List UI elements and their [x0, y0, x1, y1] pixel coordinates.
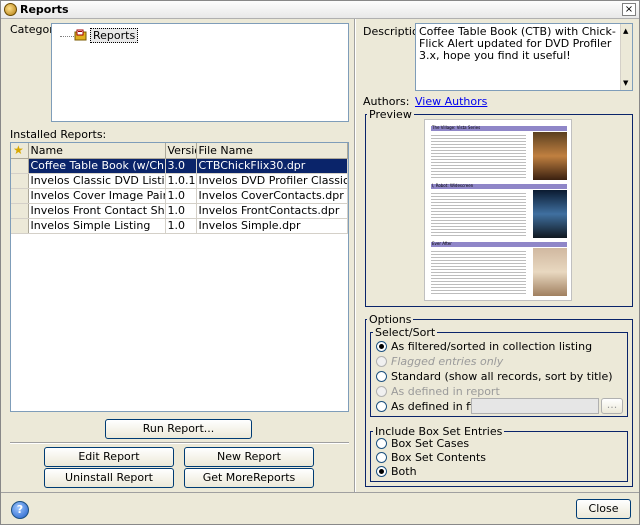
- report-version-cell: 1.0.1: [165, 173, 197, 189]
- preview-entry-text: [431, 191, 526, 237]
- sort-file-path-input[interactable]: [471, 398, 599, 414]
- description-scrollbar[interactable]: ▲ ▼: [620, 24, 632, 90]
- table-row[interactable]: Invelos Front Contact Sheet 1.0 Invelos …: [11, 203, 348, 219]
- row-indicator: [11, 203, 29, 219]
- button-separator: [10, 442, 349, 444]
- report-version-cell: 1.0: [165, 218, 197, 234]
- tree-connector: [60, 36, 74, 37]
- table-header-row: ★ Name Version File Name: [11, 143, 348, 159]
- preview-entry: I, Robot: Widescreen: [431, 183, 567, 239]
- scroll-up-icon[interactable]: ▲: [623, 25, 628, 37]
- help-icon[interactable]: ?: [11, 501, 29, 519]
- categories-tree[interactable]: Reports: [51, 23, 349, 122]
- report-version-cell: 1.0: [165, 188, 197, 204]
- select-sort-label: Select/Sort: [373, 326, 438, 339]
- radio-label: Both: [391, 465, 417, 478]
- table-row[interactable]: Invelos Classic DVD Listing 1.0.1 Invelo…: [11, 173, 348, 189]
- radio-button: [376, 356, 387, 367]
- run-report-button[interactable]: Run Report...: [105, 419, 252, 439]
- table-row[interactable]: Coffee Table Book (w/Chick-Flick Alert) …: [11, 158, 348, 174]
- reports-folder-icon: [74, 29, 87, 41]
- view-authors-link[interactable]: View Authors: [415, 95, 487, 108]
- radio-label: As defined in report: [391, 385, 500, 398]
- new-report-button[interactable]: New Report: [184, 447, 314, 467]
- row-indicator: [11, 218, 29, 234]
- version-column-header[interactable]: Version: [165, 143, 197, 159]
- radio-button[interactable]: [376, 466, 387, 477]
- report-name-cell: Invelos Cover Image Pairs: [28, 188, 166, 204]
- close-icon[interactable]: ×: [622, 3, 636, 16]
- poster-image: [533, 248, 567, 296]
- filename-column-header[interactable]: File Name: [196, 143, 348, 159]
- radio-label: Box Set Cases: [391, 437, 470, 450]
- authors-label: Authors:: [363, 95, 410, 108]
- radio-button[interactable]: [376, 452, 387, 463]
- installed-reports-grid[interactable]: ★ Name Version File Name Coffee Table Bo…: [10, 142, 349, 412]
- preview-entry-title: I, Robot: Widescreen: [432, 183, 474, 188]
- row-indicator: [11, 158, 29, 174]
- star-icon: ★: [13, 143, 24, 158]
- name-column-header[interactable]: Name: [28, 143, 166, 159]
- radio-label: Flagged entries only: [391, 355, 504, 368]
- report-name-cell: Invelos Front Contact Sheet: [28, 203, 166, 219]
- poster-image: [533, 190, 567, 238]
- description-text: Coffee Table Book (CTB) with Chick-Flick…: [419, 25, 616, 62]
- report-file-cell: Invelos FrontContacts.dpr: [196, 203, 348, 219]
- options-label: Options: [367, 313, 414, 326]
- table-row[interactable]: Invelos Simple Listing 1.0 Invelos Simpl…: [11, 218, 348, 234]
- close-button[interactable]: Close: [576, 499, 631, 519]
- installed-reports-label: Installed Reports:: [10, 128, 107, 141]
- table-row[interactable]: Invelos Cover Image Pairs 1.0 Invelos Co…: [11, 188, 348, 204]
- preview-entry: Ever After: [431, 241, 567, 297]
- uninstall-report-button[interactable]: Uninstall Report: [44, 468, 174, 488]
- row-indicator: [11, 173, 29, 189]
- report-preview-thumbnail: The Village: Vista Series I, Robot: Wide…: [424, 119, 572, 301]
- radio-label: As filtered/sorted in collection listing: [391, 340, 593, 353]
- window-title: Reports: [20, 3, 69, 16]
- radio-button[interactable]: [376, 438, 387, 449]
- preview-entry-title: Ever After: [432, 241, 452, 246]
- preview-entry: The Village: Vista Series: [431, 125, 567, 181]
- reports-table: ★ Name Version File Name Coffee Table Bo…: [11, 143, 348, 234]
- report-name-cell: Invelos Simple Listing: [28, 218, 166, 234]
- report-file-cell: Invelos DVD Profiler Classic.dpr: [196, 173, 348, 189]
- scroll-down-icon[interactable]: ▼: [623, 77, 628, 89]
- pane-divider[interactable]: [354, 19, 356, 492]
- preview-label: Preview: [367, 108, 414, 121]
- radio-button[interactable]: [376, 401, 387, 412]
- description-textbox[interactable]: Coffee Table Book (CTB) with Chick-Flick…: [415, 23, 633, 91]
- dialog-footer: ? Close: [1, 492, 639, 524]
- favorite-column-header[interactable]: ★: [11, 143, 29, 159]
- preview-entry-title: The Village: Vista Series: [432, 125, 481, 130]
- radio-label: Standard (show all records, sort by titl…: [391, 370, 613, 383]
- report-version-cell: 1.0: [165, 203, 197, 219]
- report-file-cell: CTBChickFlix30.dpr: [196, 158, 348, 174]
- radio-button[interactable]: [376, 341, 387, 352]
- get-more-reports-button[interactable]: Get MoreReports: [184, 468, 314, 488]
- report-name-cell: Coffee Table Book (w/Chick-Flick Alert): [28, 158, 166, 174]
- reports-window: Reports × Categories: Reports Installed …: [0, 0, 640, 525]
- preview-entry-text: [431, 133, 526, 179]
- poster-image: [533, 132, 567, 180]
- row-indicator: [11, 188, 29, 204]
- title-bar: Reports ×: [1, 1, 639, 19]
- report-file-cell: Invelos CoverContacts.dpr: [196, 188, 348, 204]
- preview-entry-text: [431, 249, 526, 295]
- edit-report-button[interactable]: Edit Report: [44, 447, 174, 467]
- app-icon: [4, 3, 17, 16]
- radio-button[interactable]: [376, 371, 387, 382]
- browse-file-button[interactable]: ...: [601, 398, 623, 414]
- radio-button: [376, 386, 387, 397]
- report-file-cell: Invelos Simple.dpr: [196, 218, 348, 234]
- tree-item-reports[interactable]: Reports: [90, 28, 139, 43]
- report-version-cell: 3.0: [165, 158, 197, 174]
- report-name-cell: Invelos Classic DVD Listing: [28, 173, 166, 189]
- radio-label: Box Set Contents: [391, 451, 486, 464]
